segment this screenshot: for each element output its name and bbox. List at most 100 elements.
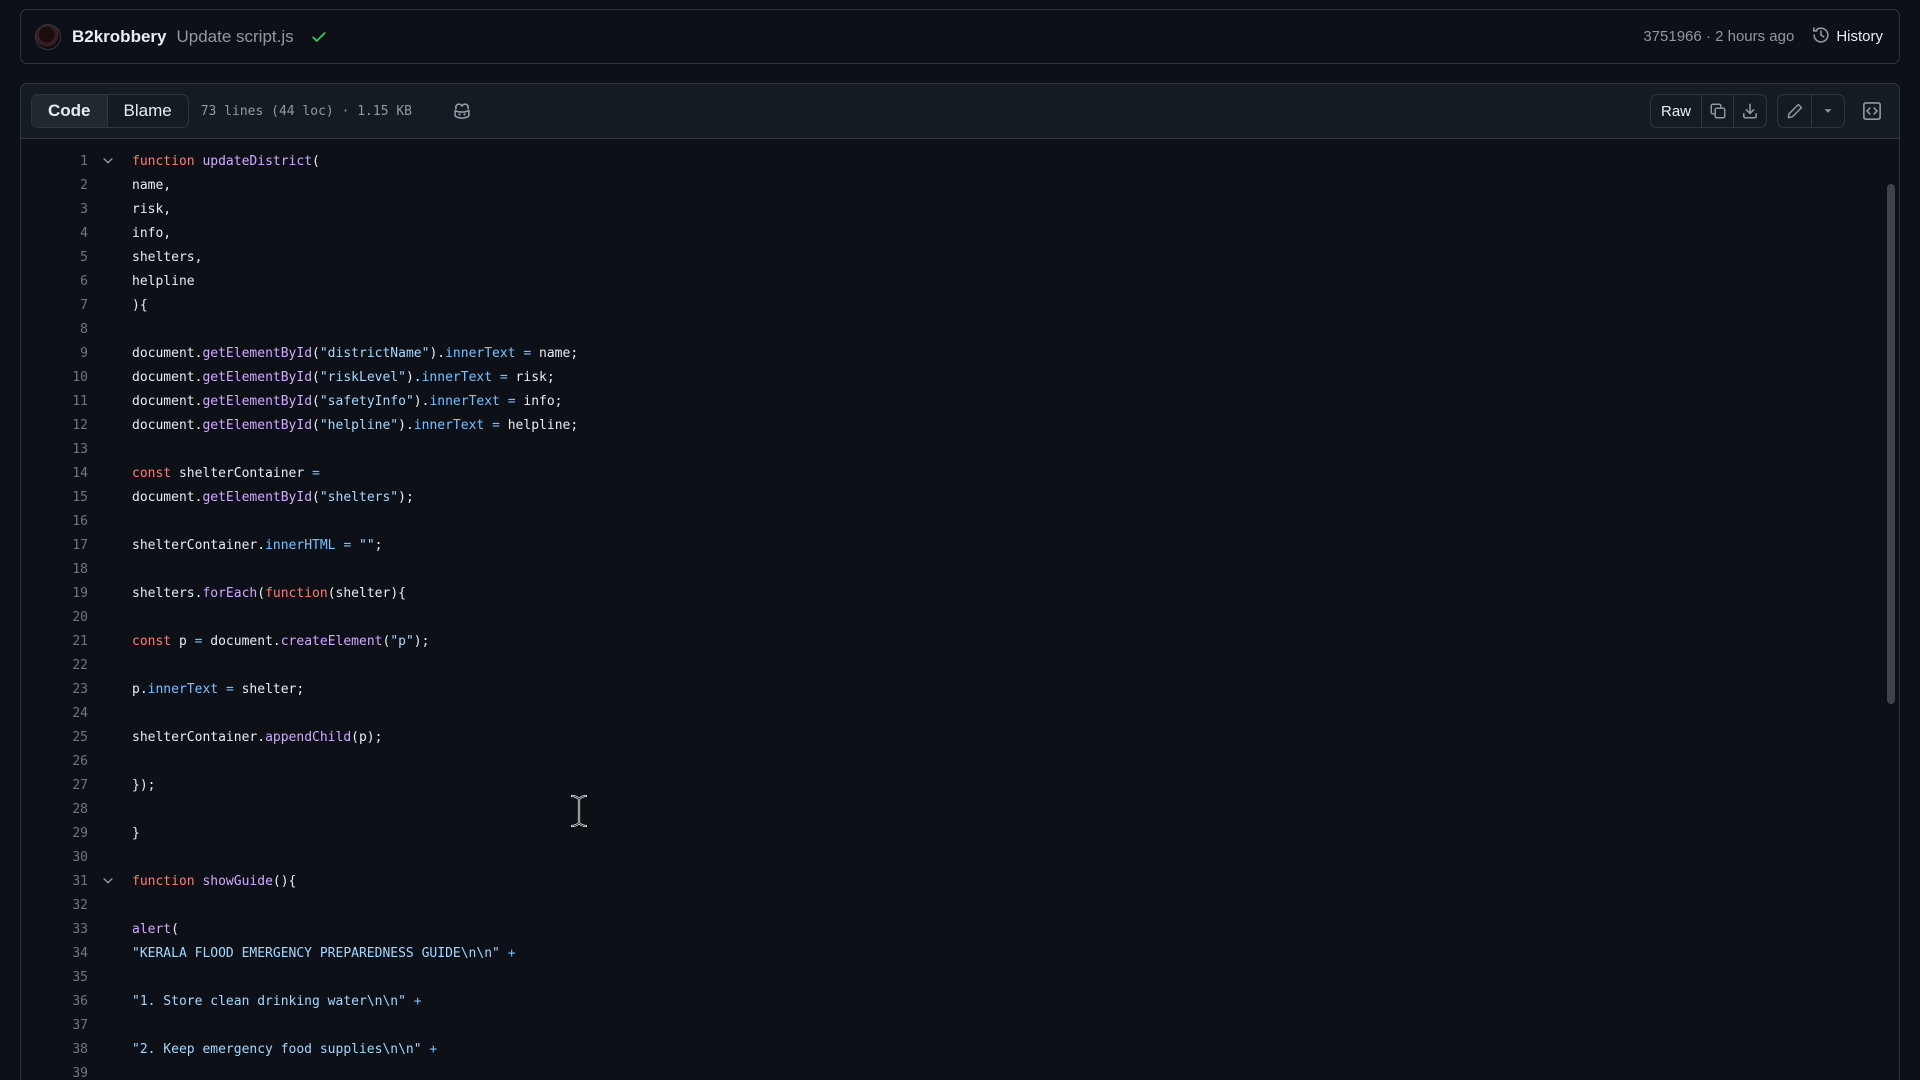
line-number[interactable]: 39: [21, 1066, 88, 1080]
line-number[interactable]: 9: [21, 346, 88, 361]
commit-message-link[interactable]: Update script.js: [176, 27, 293, 47]
code-line[interactable]: 3 risk,: [21, 197, 1899, 221]
copilot-icon[interactable]: [452, 101, 472, 121]
code-line[interactable]: 14 const shelterContainer =: [21, 461, 1899, 485]
line-number[interactable]: 36: [21, 994, 88, 1009]
code-line[interactable]: 4 info,: [21, 221, 1899, 245]
line-number[interactable]: 14: [21, 466, 88, 481]
author-avatar[interactable]: [35, 23, 61, 50]
code-line[interactable]: 36 "1. Store clean drinking water\n\n" +: [21, 989, 1899, 1013]
tab-blame[interactable]: Blame: [108, 95, 188, 127]
line-number[interactable]: 22: [21, 658, 88, 673]
code-line[interactable]: 10 document.getElementById("riskLevel").i…: [21, 365, 1899, 389]
code-line[interactable]: 13: [21, 437, 1899, 461]
line-number[interactable]: 23: [21, 682, 88, 697]
line-number[interactable]: 8: [21, 322, 88, 337]
line-number[interactable]: 21: [21, 634, 88, 649]
commit-author-link[interactable]: B2krobbery: [72, 27, 166, 47]
line-number[interactable]: 1: [21, 154, 88, 169]
line-number[interactable]: 6: [21, 274, 88, 289]
code-line[interactable]: 18: [21, 557, 1899, 581]
code-line[interactable]: 33 alert(: [21, 917, 1899, 941]
code-line[interactable]: 38 "2. Keep emergency food supplies\n\n" …: [21, 1037, 1899, 1061]
download-icon[interactable]: [1734, 95, 1766, 127]
file-viewer: Code Blame 73 lines (44 loc) · 1.15 KB R…: [20, 83, 1900, 1080]
line-number[interactable]: 33: [21, 922, 88, 937]
line-number[interactable]: 11: [21, 394, 88, 409]
line-number[interactable]: 30: [21, 850, 88, 865]
code-line[interactable]: 31 function showGuide(){: [21, 869, 1899, 893]
code-line[interactable]: 21 const p = document.createElement("p");: [21, 629, 1899, 653]
code-line[interactable]: 19 shelters.forEach(function(shelter){: [21, 581, 1899, 605]
code-line[interactable]: 6 helpline: [21, 269, 1899, 293]
line-number[interactable]: 26: [21, 754, 88, 769]
code-line[interactable]: 24: [21, 701, 1899, 725]
code-line[interactable]: 7){: [21, 293, 1899, 317]
code-line[interactable]: 12 document.getElementById("helpline").in…: [21, 413, 1899, 437]
check-icon[interactable]: [310, 28, 328, 46]
history-button[interactable]: History: [1812, 26, 1883, 48]
code-line[interactable]: 23 p.innerText = shelter;: [21, 677, 1899, 701]
code-line[interactable]: 2 name,: [21, 173, 1899, 197]
code-line[interactable]: 37: [21, 1013, 1899, 1037]
code-line[interactable]: 35: [21, 965, 1899, 989]
line-number[interactable]: 34: [21, 946, 88, 961]
pencil-icon[interactable]: [1778, 95, 1812, 127]
code-line[interactable]: 1 function updateDistrict(: [21, 149, 1899, 173]
commit-sha-link[interactable]: 3751966 · 2 hours ago: [1643, 28, 1794, 45]
line-number[interactable]: 37: [21, 1018, 88, 1033]
line-number[interactable]: 31: [21, 874, 88, 889]
line-number[interactable]: 13: [21, 442, 88, 457]
line-number[interactable]: 38: [21, 1042, 88, 1057]
line-number[interactable]: 19: [21, 586, 88, 601]
code-line[interactable]: 32: [21, 893, 1899, 917]
line-number[interactable]: 32: [21, 898, 88, 913]
chevron-down-icon[interactable]: [1812, 95, 1844, 127]
code-line[interactable]: 16: [21, 509, 1899, 533]
code-line[interactable]: 9 document.getElementById("districtName")…: [21, 341, 1899, 365]
code-line[interactable]: 27});: [21, 773, 1899, 797]
line-number[interactable]: 18: [21, 562, 88, 577]
code-line[interactable]: 17 shelterContainer.innerHTML = "";: [21, 533, 1899, 557]
code-token: "riskLevel": [319, 369, 406, 385]
commit-sha[interactable]: 3751966: [1643, 28, 1701, 45]
code-line[interactable]: 5 shelters,: [21, 245, 1899, 269]
raw-button[interactable]: Raw: [1651, 95, 1702, 127]
code-line[interactable]: 15 document.getElementById("shelters");: [21, 485, 1899, 509]
code-line[interactable]: 39: [21, 1061, 1899, 1080]
code-line[interactable]: 29}: [21, 821, 1899, 845]
line-number[interactable]: 3: [21, 202, 88, 217]
code-line[interactable]: 11 document.getElementById("safetyInfo").…: [21, 389, 1899, 413]
code-symbols-icon[interactable]: [1855, 94, 1889, 128]
line-number[interactable]: 16: [21, 514, 88, 529]
code-line[interactable]: 25 shelterContainer.appendChild(p);: [21, 725, 1899, 749]
line-number[interactable]: 25: [21, 730, 88, 745]
line-number[interactable]: 15: [21, 490, 88, 505]
line-number[interactable]: 12: [21, 418, 88, 433]
line-number[interactable]: 17: [21, 538, 88, 553]
line-number[interactable]: 29: [21, 826, 88, 841]
code-line[interactable]: 26: [21, 749, 1899, 773]
code-line[interactable]: 34 "KERALA FLOOD EMERGENCY PREPAREDNESS G…: [21, 941, 1899, 965]
code-view[interactable]: 1 function updateDistrict(2 name, 3 risk, 4 in…: [21, 139, 1899, 1080]
copy-icon[interactable]: [1702, 95, 1734, 127]
line-number[interactable]: 4: [21, 226, 88, 241]
code-line[interactable]: 8: [21, 317, 1899, 341]
line-number[interactable]: 20: [21, 610, 88, 625]
code-line[interactable]: 22: [21, 653, 1899, 677]
line-number[interactable]: 10: [21, 370, 88, 385]
line-number[interactable]: 28: [21, 802, 88, 817]
code-line[interactable]: 30: [21, 845, 1899, 869]
vertical-scrollbar[interactable]: [1887, 184, 1895, 704]
fold-chevron-icon[interactable]: [88, 874, 128, 888]
line-number[interactable]: 24: [21, 706, 88, 721]
line-number[interactable]: 35: [21, 970, 88, 985]
fold-chevron-icon[interactable]: [88, 154, 128, 168]
line-number[interactable]: 2: [21, 178, 88, 193]
line-number[interactable]: 7: [21, 298, 88, 313]
line-number[interactable]: 5: [21, 250, 88, 265]
line-number[interactable]: 27: [21, 778, 88, 793]
tab-code[interactable]: Code: [32, 95, 108, 127]
code-line[interactable]: 20: [21, 605, 1899, 629]
code-line[interactable]: 28: [21, 797, 1899, 821]
